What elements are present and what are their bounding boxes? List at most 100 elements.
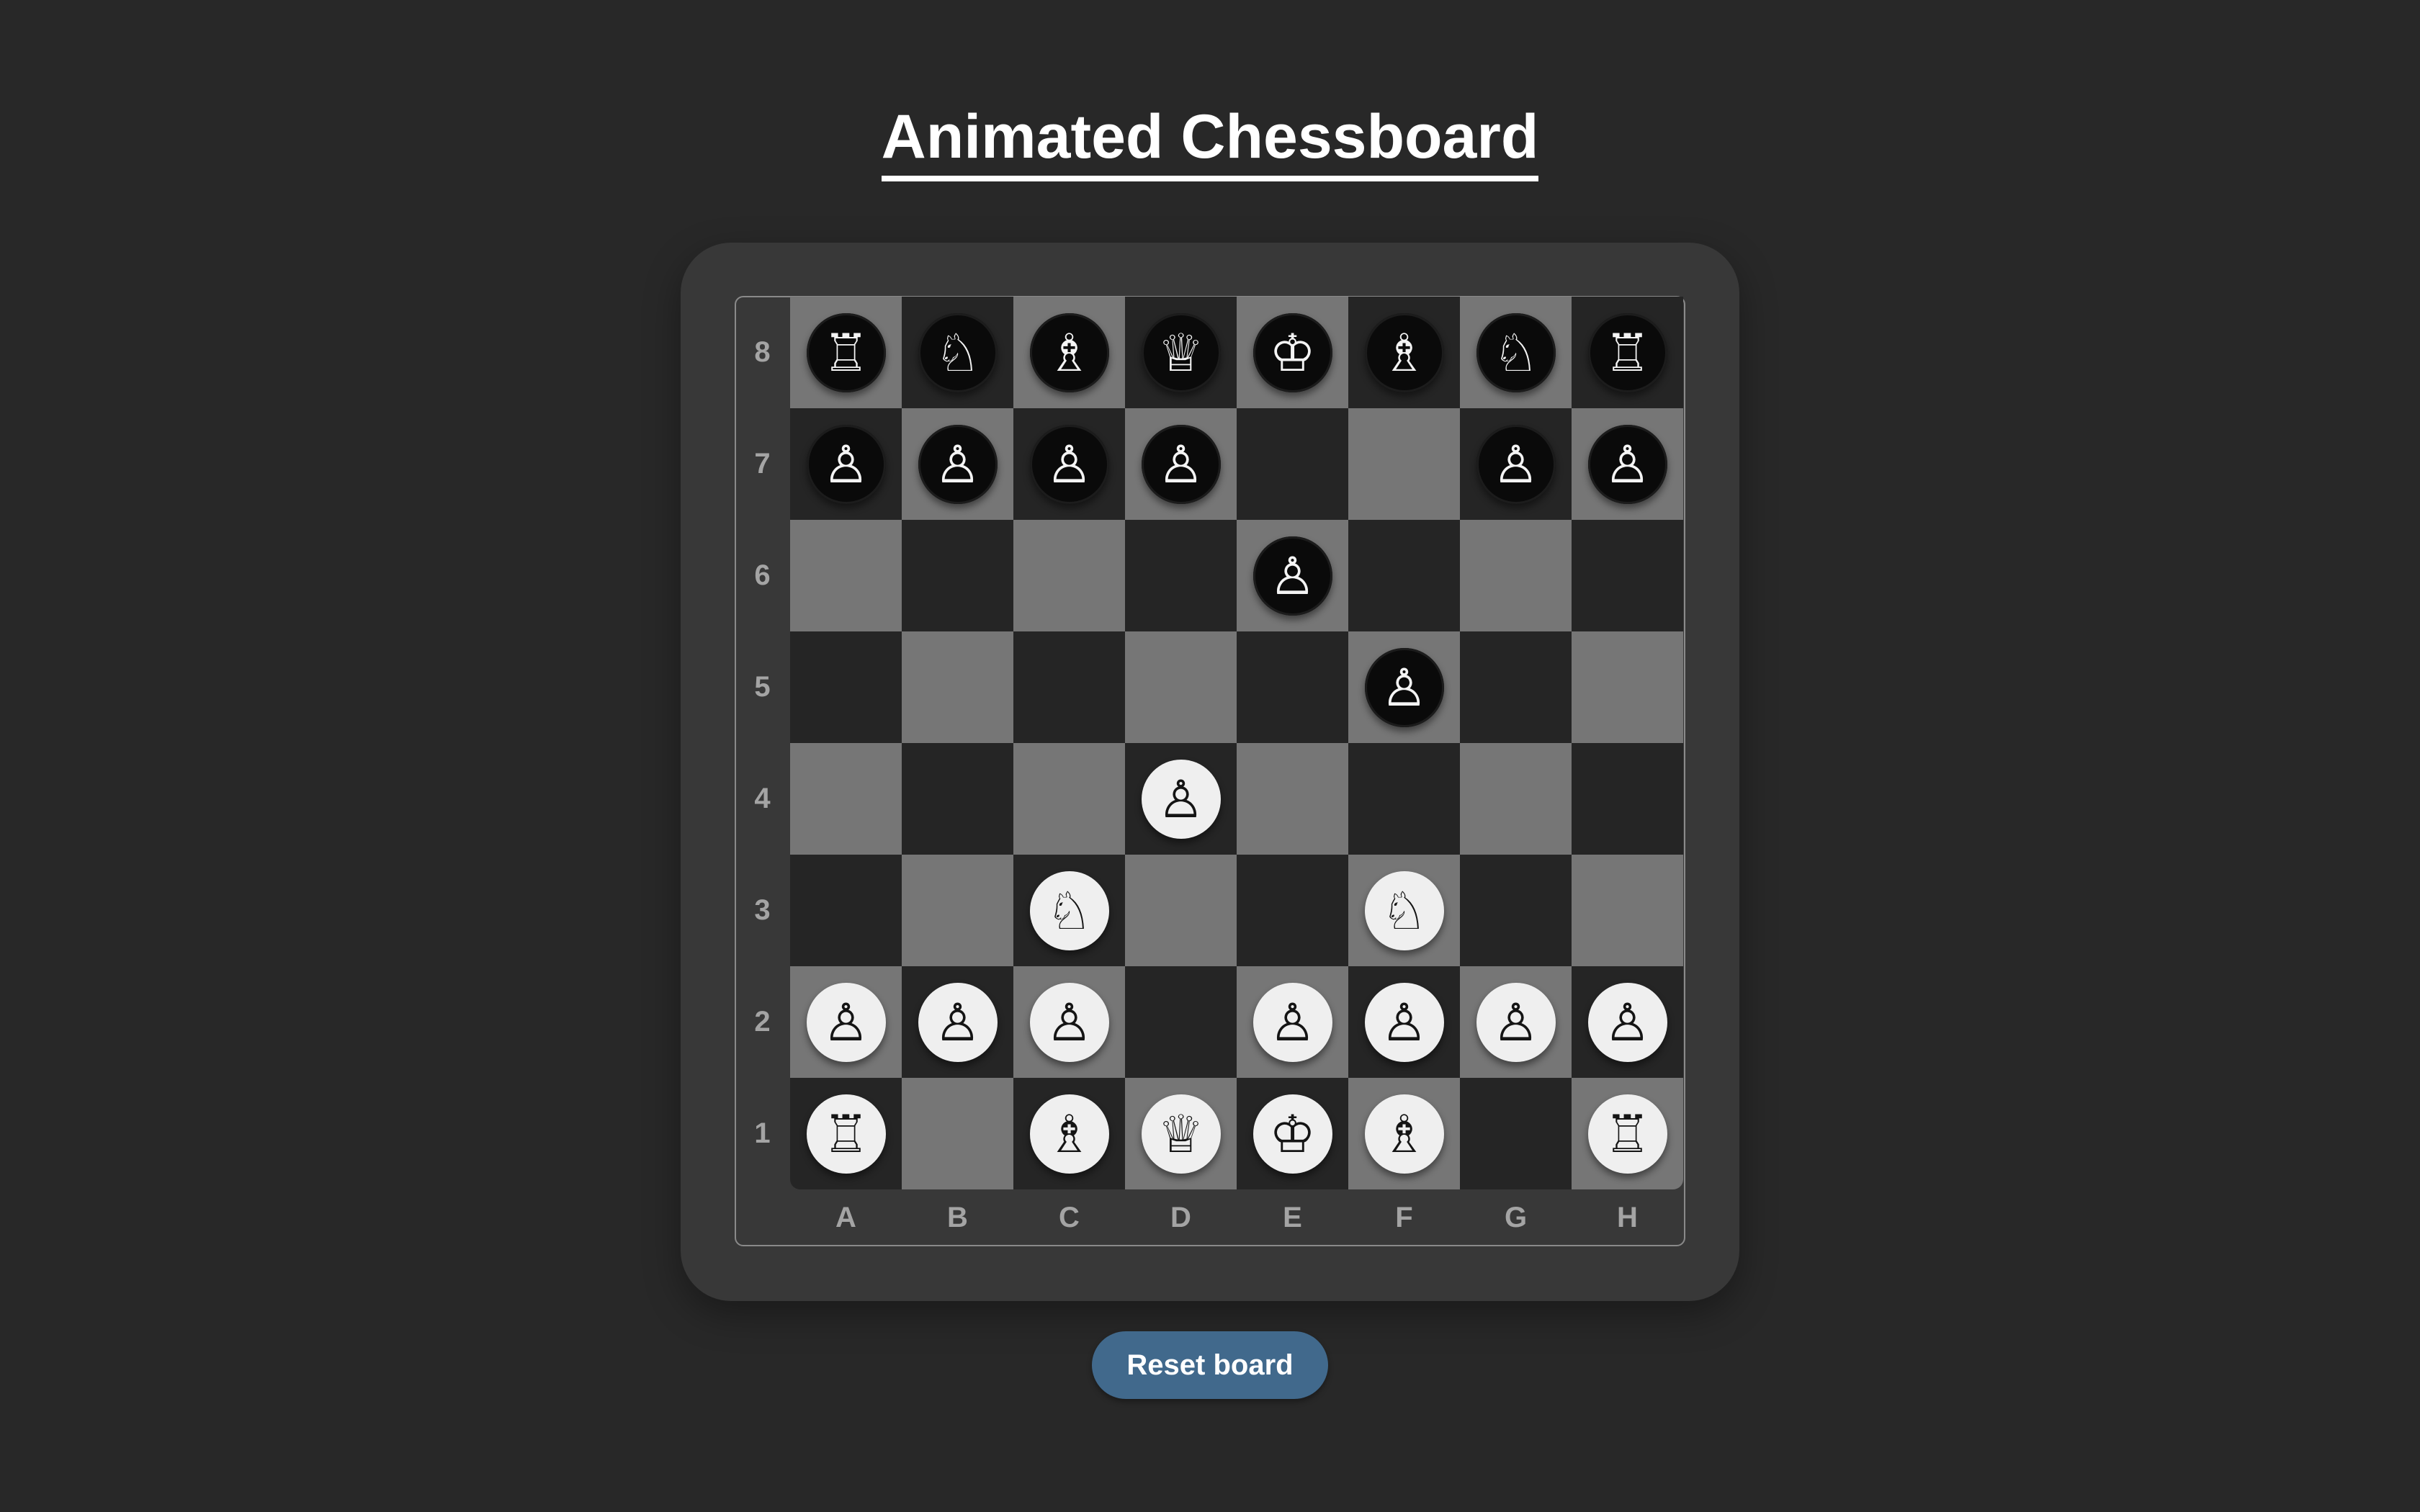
square-e4[interactable] (1237, 743, 1348, 855)
square-c4[interactable] (1013, 743, 1125, 855)
square-f4[interactable] (1348, 743, 1460, 855)
square-c6[interactable] (1013, 520, 1125, 631)
white-bishop-icon[interactable]: ♗ (1364, 1094, 1444, 1174)
black-rook-icon[interactable]: ♖ (806, 312, 886, 392)
square-f7[interactable] (1348, 408, 1460, 520)
black-queen-icon[interactable]: ♕ (1141, 312, 1221, 392)
white-pawn-icon[interactable]: ♙ (1029, 982, 1109, 1062)
square-g5[interactable] (1460, 631, 1572, 743)
black-king-icon[interactable]: ♔ (1252, 312, 1332, 392)
square-c8[interactable]: ♗ (1013, 297, 1125, 408)
square-b3[interactable] (902, 855, 1013, 966)
square-c1[interactable]: ♗ (1013, 1078, 1125, 1189)
white-knight-icon[interactable]: ♘ (1029, 870, 1109, 950)
square-c7[interactable]: ♙ (1013, 408, 1125, 520)
square-h8[interactable]: ♖ (1572, 297, 1683, 408)
square-f5[interactable]: ♙ (1348, 631, 1460, 743)
square-g2[interactable]: ♙ (1460, 966, 1572, 1078)
black-bishop-icon[interactable]: ♗ (1029, 312, 1109, 392)
black-knight-icon[interactable]: ♘ (1476, 312, 1556, 392)
square-e7[interactable] (1237, 408, 1348, 520)
square-a6[interactable] (790, 520, 902, 631)
square-g3[interactable] (1460, 855, 1572, 966)
square-d5[interactable] (1125, 631, 1237, 743)
square-d3[interactable] (1125, 855, 1237, 966)
square-g8[interactable]: ♘ (1460, 297, 1572, 408)
white-king-icon[interactable]: ♔ (1252, 1094, 1332, 1174)
square-h4[interactable] (1572, 743, 1683, 855)
square-h3[interactable] (1572, 855, 1683, 966)
white-rook-icon[interactable]: ♖ (1587, 1094, 1667, 1174)
square-e6[interactable]: ♙ (1237, 520, 1348, 631)
square-g1[interactable] (1460, 1078, 1572, 1189)
square-b2[interactable]: ♙ (902, 966, 1013, 1078)
white-pawn-icon[interactable]: ♙ (1364, 982, 1444, 1062)
square-f6[interactable] (1348, 520, 1460, 631)
square-b8[interactable]: ♘ (902, 297, 1013, 408)
square-e5[interactable] (1237, 631, 1348, 743)
square-g4[interactable] (1460, 743, 1572, 855)
square-e8[interactable]: ♔ (1237, 297, 1348, 408)
square-a8[interactable]: ♖ (790, 297, 902, 408)
page-title-text: Animated Chessboard (881, 101, 1539, 181)
square-f3[interactable]: ♘ (1348, 855, 1460, 966)
square-f1[interactable]: ♗ (1348, 1078, 1460, 1189)
square-e2[interactable]: ♙ (1237, 966, 1348, 1078)
square-a1[interactable]: ♖ (790, 1078, 902, 1189)
white-pawn-icon[interactable]: ♙ (1252, 982, 1332, 1062)
black-knight-icon[interactable]: ♘ (918, 312, 998, 392)
square-e3[interactable] (1237, 855, 1348, 966)
square-h2[interactable]: ♙ (1572, 966, 1683, 1078)
black-pawn-icon[interactable]: ♙ (1029, 424, 1109, 504)
rank-label-6: 6 (754, 559, 771, 591)
black-pawn-icon[interactable]: ♙ (918, 424, 998, 504)
black-pawn-icon[interactable]: ♙ (1141, 424, 1221, 504)
square-h1[interactable]: ♖ (1572, 1078, 1683, 1189)
square-d4[interactable]: ♙ (1125, 743, 1237, 855)
black-bishop-icon[interactable]: ♗ (1364, 312, 1444, 392)
square-a3[interactable] (790, 855, 902, 966)
square-g6[interactable] (1460, 520, 1572, 631)
square-a7[interactable]: ♙ (790, 408, 902, 520)
square-g7[interactable]: ♙ (1460, 408, 1572, 520)
white-pawn-icon[interactable]: ♙ (1587, 982, 1667, 1062)
square-b7[interactable]: ♙ (902, 408, 1013, 520)
square-h6[interactable] (1572, 520, 1683, 631)
black-pawn-icon[interactable]: ♙ (1364, 647, 1444, 727)
white-pawn-icon[interactable]: ♙ (1476, 982, 1556, 1062)
square-d1[interactable]: ♕ (1125, 1078, 1237, 1189)
square-a2[interactable]: ♙ (790, 966, 902, 1078)
square-h5[interactable] (1572, 631, 1683, 743)
square-d8[interactable]: ♕ (1125, 297, 1237, 408)
square-e1[interactable]: ♔ (1237, 1078, 1348, 1189)
white-rook-icon[interactable]: ♖ (806, 1094, 886, 1174)
square-b6[interactable] (902, 520, 1013, 631)
square-b5[interactable] (902, 631, 1013, 743)
square-c3[interactable]: ♘ (1013, 855, 1125, 966)
white-queen-icon[interactable]: ♕ (1141, 1094, 1221, 1174)
square-b1[interactable] (902, 1078, 1013, 1189)
white-pawn-icon[interactable]: ♙ (1141, 759, 1221, 839)
square-c5[interactable] (1013, 631, 1125, 743)
square-d7[interactable]: ♙ (1125, 408, 1237, 520)
square-a5[interactable] (790, 631, 902, 743)
square-f2[interactable]: ♙ (1348, 966, 1460, 1078)
square-f8[interactable]: ♗ (1348, 297, 1460, 408)
black-pawn-icon[interactable]: ♙ (1476, 424, 1556, 504)
square-d2[interactable] (1125, 966, 1237, 1078)
square-h7[interactable]: ♙ (1572, 408, 1683, 520)
chessboard[interactable]: ♖ ♘ ♗ ♕ ♔ ♗ ♘ ♖ ♙ ♙ ♙ ♙ ♙ ♙ ♙ ♙ ♙ ♘ ♘ ♙ ♙ ♙ ♙ ♙ ♙ ♙ ♖ ♗ ♕ ♔ ♗ ♖ (790, 297, 1683, 1189)
square-b4[interactable] (902, 743, 1013, 855)
black-pawn-icon[interactable]: ♙ (1587, 424, 1667, 504)
white-knight-icon[interactable]: ♘ (1364, 870, 1444, 950)
white-bishop-icon[interactable]: ♗ (1029, 1094, 1109, 1174)
black-pawn-icon[interactable]: ♙ (1252, 536, 1332, 616)
reset-board-button[interactable]: Reset board (1092, 1331, 1328, 1399)
square-d6[interactable] (1125, 520, 1237, 631)
square-a4[interactable] (790, 743, 902, 855)
black-rook-icon[interactable]: ♖ (1587, 312, 1667, 392)
black-pawn-icon[interactable]: ♙ (806, 424, 886, 504)
square-c2[interactable]: ♙ (1013, 966, 1125, 1078)
white-pawn-icon[interactable]: ♙ (806, 982, 886, 1062)
white-pawn-icon[interactable]: ♙ (918, 982, 998, 1062)
